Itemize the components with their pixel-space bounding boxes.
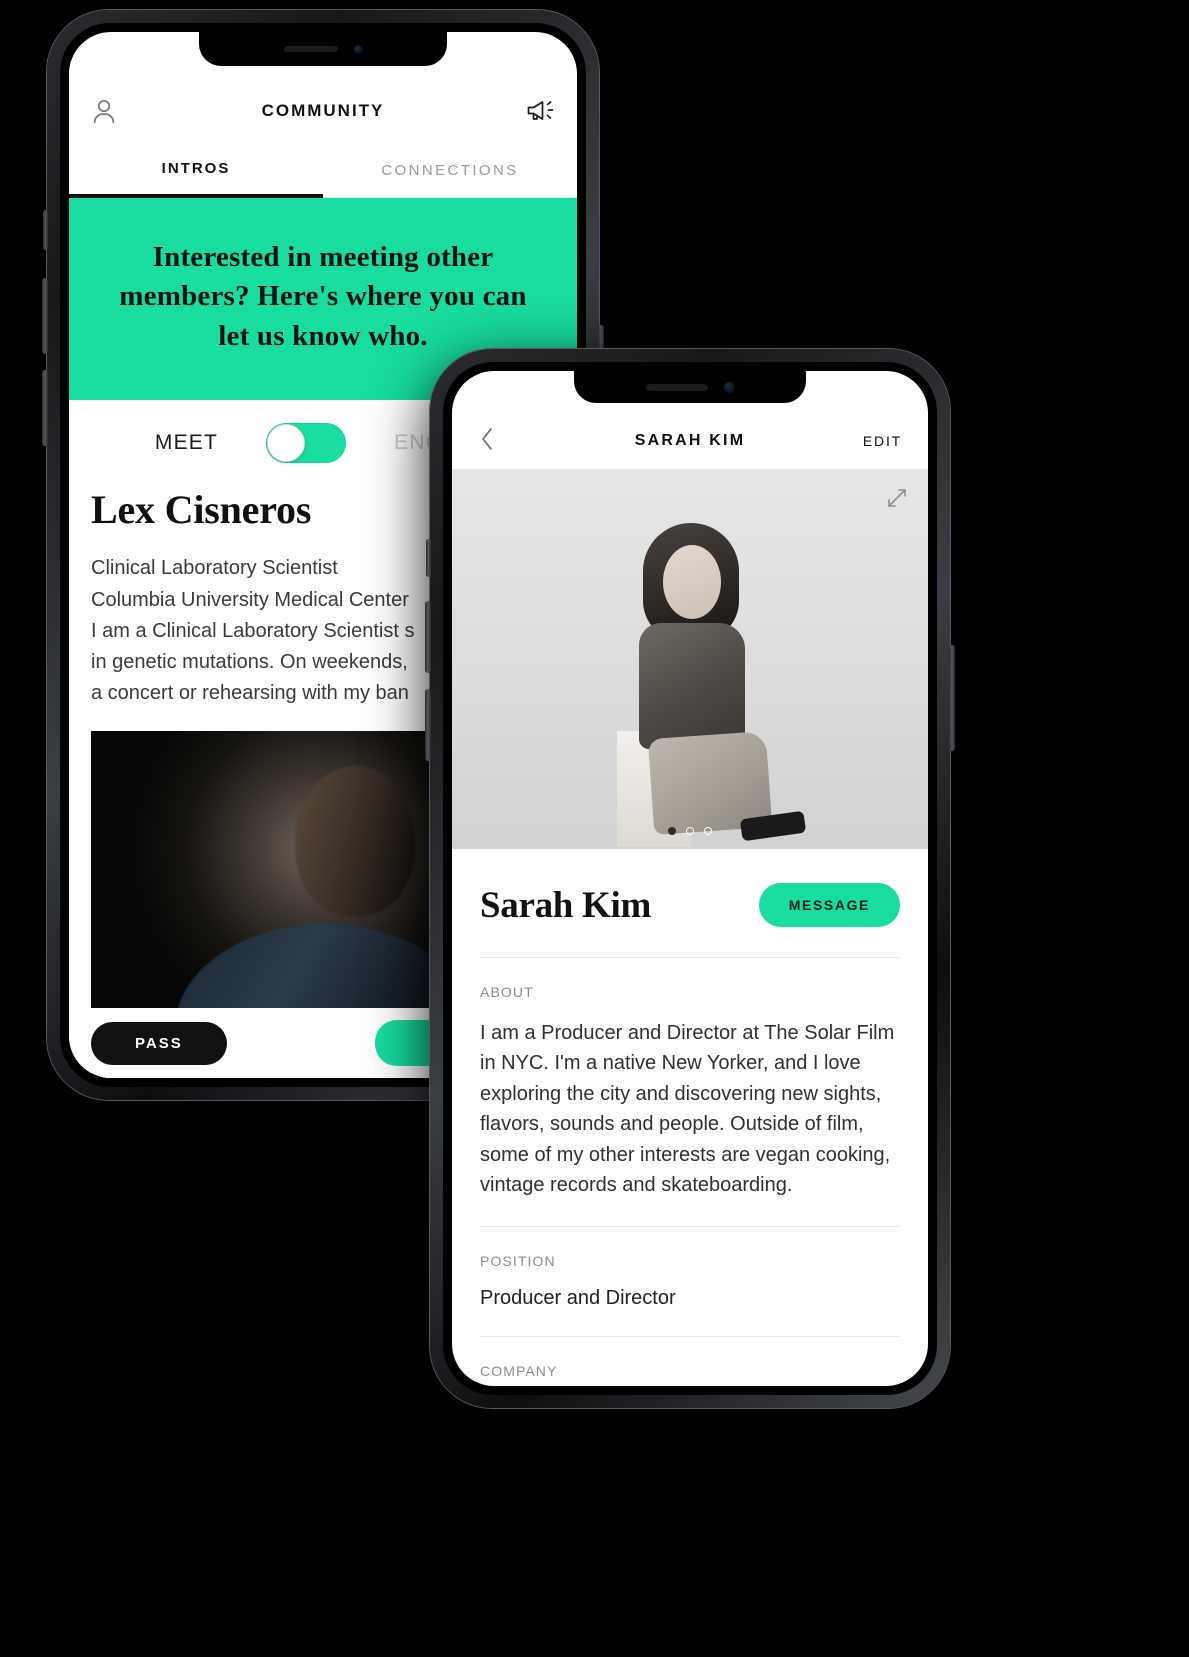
chevron-left-icon[interactable]	[478, 425, 496, 458]
photo-subject-head	[295, 765, 416, 916]
mute-switch-2[interactable]	[426, 539, 431, 577]
section-about-label: ABOUT	[480, 984, 534, 1000]
switch-knob	[267, 424, 306, 463]
volume-down-button[interactable]	[42, 370, 48, 446]
screenshot-stage: COMMUNITY INTROS CONNECTIONS Interested …	[0, 0, 1189, 1657]
photo-dot-1[interactable]	[668, 827, 676, 835]
intro-banner-text: Interested in meeting other members? Her…	[119, 241, 527, 352]
earpiece-speaker	[283, 46, 338, 52]
photo-pagination-dots[interactable]	[668, 827, 712, 835]
meet-engage-switch[interactable]	[266, 423, 347, 464]
tab-connections[interactable]: CONNECTIONS	[323, 142, 577, 198]
phone2-screen: SARAH KIM EDIT Sarah Kim MESSAGE ABOUT I…	[452, 371, 928, 1386]
mute-switch[interactable]	[43, 210, 48, 250]
community-appbar: COMMUNITY	[69, 80, 577, 142]
edit-button[interactable]: EDIT	[863, 433, 902, 449]
hero-torso	[639, 623, 745, 749]
phone2-bezel: SARAH KIM EDIT Sarah Kim MESSAGE ABOUT I…	[443, 362, 937, 1395]
front-camera	[353, 44, 363, 54]
profile-body: Sarah Kim MESSAGE ABOUT I am a Producer …	[452, 849, 928, 1386]
phone-profile: SARAH KIM EDIT Sarah Kim MESSAGE ABOUT I…	[425, 349, 955, 1408]
section-about-value: I am a Producer and Director at The Sola…	[480, 1022, 895, 1196]
profile-name-row: Sarah Kim MESSAGE	[480, 849, 900, 957]
pass-button[interactable]: PASS	[91, 1021, 227, 1065]
megaphone-icon[interactable]	[525, 97, 555, 125]
phone2-notch	[574, 371, 806, 403]
section-company-label: COMPANY	[480, 1363, 558, 1380]
hero-subject	[565, 519, 815, 849]
section-position-label: POSITION	[480, 1253, 556, 1270]
photo-dot-2[interactable]	[686, 827, 694, 835]
earpiece-speaker-2	[645, 383, 708, 391]
toggle-label-meet: MEET	[154, 431, 219, 455]
tab-intros-label: INTROS	[161, 159, 231, 177]
profile-appbar: SARAH KIM EDIT	[452, 413, 928, 469]
community-tabs: INTROS CONNECTIONS	[69, 142, 577, 198]
section-position: POSITION Producer and Director	[480, 1227, 900, 1336]
page-title: COMMUNITY	[261, 101, 385, 120]
profile-title: SARAH KIM	[634, 432, 746, 449]
profile-hero-photo[interactable]	[452, 469, 928, 849]
tab-connections-label: CONNECTIONS	[381, 161, 519, 179]
power-button-2[interactable]	[949, 645, 955, 751]
message-button[interactable]: MESSAGE	[758, 883, 900, 927]
section-company: COMPANY	[480, 1337, 900, 1386]
volume-down-button-2[interactable]	[425, 689, 431, 761]
profile-name: Sarah Kim	[480, 884, 652, 926]
expand-icon[interactable]	[886, 487, 908, 514]
hero-face	[663, 545, 721, 619]
tab-intros[interactable]: INTROS	[69, 142, 323, 198]
photo-dot-3[interactable]	[704, 827, 712, 835]
person-icon[interactable]	[91, 97, 117, 125]
volume-up-button[interactable]	[42, 278, 48, 354]
section-about: ABOUT I am a Producer and Director at Th…	[480, 958, 900, 1226]
front-camera-2	[723, 381, 735, 393]
section-position-value: Producer and Director	[480, 1287, 676, 1310]
phone1-notch	[199, 32, 447, 66]
volume-up-button-2[interactable]	[425, 601, 431, 673]
